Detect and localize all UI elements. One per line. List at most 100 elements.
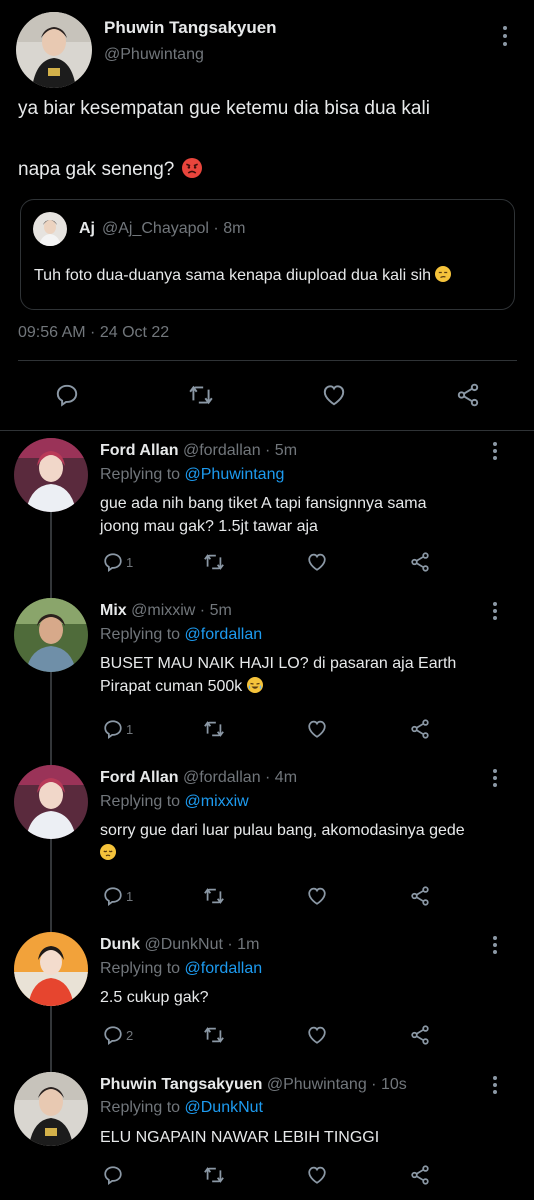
reply-header: Ford Allan @fordallan · 4m (100, 769, 297, 787)
retweet-icon (204, 1167, 224, 1183)
reply-icon (104, 1166, 122, 1185)
reply-button[interactable]: 1 (102, 718, 133, 740)
like-button[interactable] (305, 885, 329, 907)
reply-author-meta[interactable]: @mixxiw · 5m (131, 602, 232, 619)
retweet-icon (204, 888, 224, 904)
more-options-icon[interactable] (495, 26, 515, 48)
share-icon (411, 886, 429, 906)
replying-to-handle[interactable]: @fordallan (185, 960, 263, 977)
reply-text-line: gue ada nih bang tiket A tapi fansignnya… (100, 495, 427, 512)
reply-author-name[interactable]: Ford Allan (100, 769, 179, 786)
more-options-icon[interactable] (485, 936, 505, 958)
like-button[interactable] (305, 1164, 329, 1186)
share-button[interactable] (408, 718, 432, 740)
reply-author-meta[interactable]: @DunkNut · 1m (144, 936, 259, 953)
like-icon (308, 720, 326, 738)
reply-header: Mix @mixxiw · 5m (100, 602, 232, 620)
reply-header: Ford Allan @fordallan · 5m (100, 442, 297, 460)
quoted-author-name[interactable]: Aj (79, 220, 95, 238)
like-icon (308, 887, 326, 905)
replying-to-label: Replying to (100, 793, 181, 810)
reply-button[interactable]: 2 (102, 1024, 133, 1046)
like-icon (323, 385, 345, 406)
retweet-button[interactable] (202, 718, 226, 740)
replying-to-label: Replying to (100, 466, 181, 483)
reply-text-line (100, 842, 500, 865)
share-button[interactable] (408, 1024, 432, 1046)
reply-author-name[interactable]: Ford Allan (100, 442, 179, 459)
retweet-button[interactable] (202, 1164, 226, 1186)
replying-to-handle[interactable]: @Phuwintang (185, 466, 285, 483)
reply-text: sorry gue dari luar pulau bang, akomodas… (100, 819, 500, 865)
reply-text: ELU NGAPAIN NAWAR LEBIH TINGGI (100, 1126, 500, 1149)
reply-avatar[interactable] (14, 765, 88, 839)
replying-to-handle[interactable]: @fordallan (185, 626, 263, 643)
like-button[interactable] (305, 718, 329, 740)
divider (0, 430, 534, 431)
reply-avatar[interactable] (14, 932, 88, 1006)
replying-to-handle[interactable]: @DunkNut (185, 1099, 264, 1116)
reply-icon (104, 887, 122, 906)
share-button[interactable] (408, 885, 432, 907)
more-options-icon[interactable] (485, 769, 505, 791)
retweet-button[interactable] (202, 551, 226, 573)
quoted-text: Tuh foto dua-duanya sama kenapa diupload… (34, 267, 432, 284)
reply-icon (104, 720, 122, 739)
more-options-icon[interactable] (485, 602, 505, 624)
reply-text-line: sorry gue dari luar pulau bang, akomodas… (100, 822, 465, 839)
main-author-avatar[interactable] (16, 12, 92, 88)
main-author-handle[interactable]: @Phuwintang (104, 46, 204, 64)
reply-button[interactable] (54, 382, 80, 408)
quoted-author-avatar[interactable] (33, 212, 67, 246)
retweet-button[interactable] (202, 1024, 226, 1046)
like-button[interactable] (305, 551, 329, 573)
like-icon (308, 1166, 326, 1184)
reply-text-line: Pirapat cuman 500k (100, 675, 500, 698)
reply-text-line: 2.5 cukup gak? (100, 989, 209, 1006)
reply-author-meta[interactable]: @fordallan · 5m (183, 442, 297, 459)
reply-icon (104, 553, 122, 572)
quoted-author-handle[interactable]: @Aj_Chayapol · 8m (102, 220, 245, 238)
reply-text-line: ELU NGAPAIN NAWAR LEBIH TINGGI (100, 1129, 380, 1146)
like-button[interactable] (320, 382, 348, 408)
crying-laughing-face-icon (246, 677, 263, 693)
like-button[interactable] (305, 1024, 329, 1046)
replying-to-label: Replying to (100, 960, 181, 977)
like-icon (308, 1026, 326, 1044)
share-button[interactable] (408, 1164, 432, 1186)
reply-text: 2.5 cukup gak? (100, 986, 500, 1009)
reply-author-name[interactable]: Mix (100, 602, 127, 619)
tweet-text-line-2: napa gak seneng? (18, 158, 202, 181)
replying-to-line: Replying to @fordallan (100, 626, 262, 644)
reply-header: Dunk @DunkNut · 1m (100, 936, 259, 954)
reply-count: 1 (126, 888, 134, 904)
reply-avatar[interactable] (14, 438, 88, 512)
replying-to-line: Replying to @mixxiw (100, 793, 249, 811)
retweet-icon (204, 554, 224, 570)
main-author-name[interactable]: Phuwin Tangsakyuen (104, 18, 277, 38)
reply-author-meta[interactable]: @Phuwintang · 10s (267, 1076, 407, 1093)
quoted-tweet-card[interactable]: Aj @Aj_Chayapol · 8m Tuh foto dua-duanya… (20, 199, 515, 310)
quoted-tweet-text: Tuh foto dua-duanya sama kenapa diupload… (34, 266, 452, 285)
tweet-timestamp[interactable]: 09:56 AM · 24 Oct 22 (18, 324, 169, 342)
reply-button[interactable]: 1 (102, 551, 133, 573)
more-options-icon[interactable] (485, 1076, 505, 1098)
share-button[interactable] (454, 382, 482, 408)
share-button[interactable] (408, 551, 432, 573)
retweet-button[interactable] (187, 382, 215, 408)
replying-to-handle[interactable]: @mixxiw (185, 793, 249, 810)
reply-avatar[interactable] (14, 1072, 88, 1146)
angry-face-icon (181, 158, 202, 178)
share-icon (411, 1165, 429, 1185)
reply-author-name[interactable]: Dunk (100, 936, 140, 953)
reply-author-meta[interactable]: @fordallan · 4m (183, 769, 297, 786)
more-options-icon[interactable] (485, 442, 505, 464)
reply-icon (56, 384, 78, 407)
reply-avatar[interactable] (14, 598, 88, 672)
reply-button[interactable] (102, 1164, 124, 1186)
reply-button[interactable]: 1 (102, 885, 133, 907)
retweet-button[interactable] (202, 885, 226, 907)
replying-to-label: Replying to (100, 1099, 181, 1116)
reply-count: 1 (126, 721, 134, 737)
reply-author-name[interactable]: Phuwin Tangsakyuen (100, 1076, 262, 1093)
